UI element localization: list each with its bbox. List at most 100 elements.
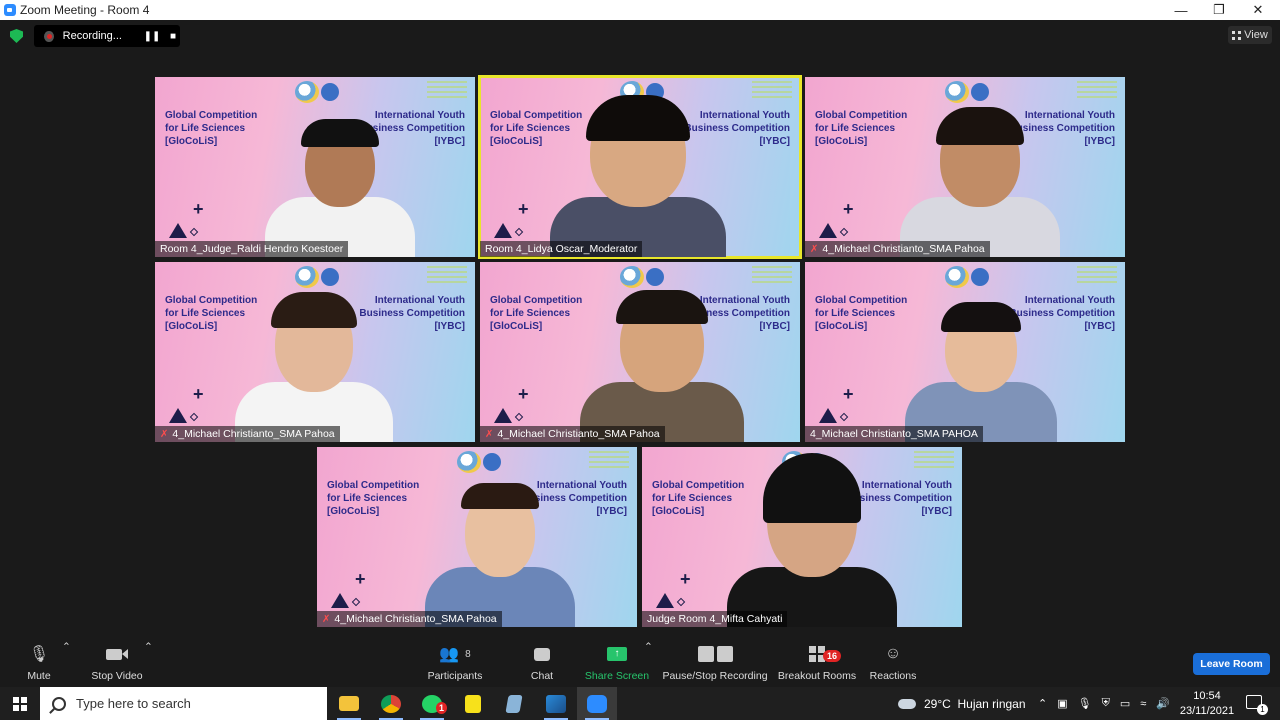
slide-decoration [1077,266,1117,284]
participant-video-tile[interactable]: Global Competition for Life Sciences [Gl… [155,262,475,442]
notifications-count: 1 [1257,704,1268,715]
zoom-window: Zoom Meeting - Room 4 — ❐ ✕ Recording...… [0,0,1280,720]
sticky-notes-icon[interactable] [453,687,493,720]
participant-video-tile[interactable]: Global Competition for Life Sciences [Gl… [805,262,1125,442]
show-hidden-icons-icon[interactable]: ⌃ [1038,697,1047,710]
participant-name: 4_Michael Christianto_SMA Pahoa [497,428,660,440]
participant-video-tile[interactable]: Global Competition for Life Sciences [Gl… [478,75,802,259]
mute-options-caret-icon[interactable]: ⌃ [62,641,71,687]
pause-icon[interactable]: ❚❚ [144,28,161,44]
slide-decoration [1077,81,1117,99]
leave-room-button[interactable]: Leave Room [1193,653,1270,675]
participant-name: 4_Michael Christianto_SMA Pahoa [822,243,985,255]
chrome-icon[interactable] [371,687,411,720]
participant-name: 4_Michael Christianto_SMA Pahoa [172,428,335,440]
zoom-icon[interactable] [577,687,617,720]
taskbar-clock[interactable]: 10:54 23/11/2021 [1172,689,1242,719]
photos-icon[interactable] [536,687,576,720]
record-dot-icon [44,30,54,42]
participants-button[interactable]: 👥 8 Participants [425,641,485,687]
taskbar-search-box[interactable]: Type here to search [40,687,327,720]
plus-decoration: + [680,569,691,589]
cloud-icon [898,698,916,709]
stop-icon[interactable]: ■ [166,28,180,44]
participants-label: Participants [427,670,483,682]
plus-decoration: + [843,199,854,219]
chat-icon [534,641,550,667]
plus-decoration: + [193,384,204,404]
close-icon[interactable]: ✕ [1238,0,1278,20]
participant-name: Room 4_Judge_Raldi Hendro Koestoer [160,243,344,255]
share-options-caret-icon[interactable]: ⌃ [644,641,653,687]
meet-now-icon[interactable]: ▣ [1057,697,1067,710]
diamond-decoration [514,227,524,237]
triangle-decoration [169,408,187,423]
share-screen-button[interactable]: ↑ Share Screen [585,641,649,687]
weather-text: 29°C Hujan ringan [924,696,1026,711]
pause-stop-recording-button[interactable]: Pause/Stop Recording [662,641,768,687]
participants-icon: 👥 8 [439,646,471,663]
title-bar: Zoom Meeting - Room 4 — ❐ ✕ [0,0,1280,20]
participant-name-label: ✗ 4_Michael Christianto_SMA Pahoa [317,611,502,627]
slide-left-title: Global Competition for Life Sciences [Gl… [815,295,908,332]
notifications-icon[interactable]: 1 [1246,695,1268,715]
reactions-button[interactable]: ☺ Reactions [870,641,917,687]
weather-widget[interactable]: 29°C Hujan ringan [898,687,1026,720]
diamond-decoration [514,412,524,422]
participant-video-tile[interactable]: Global Competition for Life Sciences [Gl… [805,77,1125,257]
search-placeholder: Type here to search [76,696,191,711]
muted-microphone-icon: ✗ [810,243,819,255]
windows-start-button[interactable] [0,687,40,720]
whatsapp-icon[interactable]: 1 [412,687,452,720]
stop-video-button[interactable]: Stop Video [90,641,144,687]
plus-decoration: + [193,199,204,219]
volume-icon[interactable]: 🔊 [1156,697,1170,710]
pause-stop-recording-label: Pause/Stop Recording [662,670,768,682]
file-explorer-icon[interactable] [329,687,369,720]
participant-name-label: Room 4_Lidya Oscar_Moderator [480,241,643,257]
slide-decoration [914,451,954,469]
plus-decoration: + [518,384,529,404]
whatsapp-badge: 1 [436,702,448,714]
participant-name-label: ✗ 4_Michael Christianto_SMA Pahoa [155,426,340,442]
participant-video [905,262,1057,442]
participant-video-tile[interactable]: Global Competition for Life Sciences [Gl… [480,262,800,442]
diamond-decoration [676,597,686,607]
mute-label: Mute [27,670,51,682]
diamond-decoration [189,227,199,237]
participant-name-label: Judge Room 4_Mifta Cahyati [642,611,788,627]
participant-video-tile[interactable]: Global Competition for Life Sciences [Gl… [642,447,962,627]
maximize-icon[interactable]: ❐ [1199,0,1239,20]
triangle-decoration [331,593,349,608]
recording-label: Recording... [62,30,122,42]
microphone-tray-icon[interactable]: 🎙 [1078,697,1092,710]
participant-video-tile[interactable]: Global Competition for Life Sciences [Gl… [155,77,475,257]
participant-name: Judge Room 4_Mifta Cahyati [647,613,783,625]
participant-video-tile[interactable]: Global Competition for Life Sciences [Gl… [317,447,637,627]
zoom-logo-icon [4,4,16,16]
app-icon[interactable] [494,687,534,720]
slide-left-title: Global Competition for Life Sciences [Gl… [327,480,420,517]
video-options-caret-icon[interactable]: ⌃ [144,641,153,687]
encryption-shield-icon[interactable] [10,29,23,43]
triangle-decoration [494,408,512,423]
chat-button[interactable]: Chat [527,641,557,687]
diamond-decoration [189,412,199,422]
wifi-icon[interactable]: ≈ [1140,698,1146,710]
slide-left-title: Global Competition for Life Sciences [Gl… [165,110,258,147]
plus-decoration: + [518,199,529,219]
breakout-rooms-button[interactable]: Breakout Rooms [778,641,856,687]
security-tray-icon[interactable]: ⛨ [1102,697,1110,710]
slide-decoration [427,266,467,284]
participant-video [900,77,1060,257]
plus-decoration: + [355,569,366,589]
participants-count: 8 [465,648,471,660]
battery-icon[interactable]: ▭ [1120,697,1130,710]
minimize-icon[interactable]: — [1161,0,1201,20]
participant-video [580,262,744,442]
view-button[interactable]: View [1228,26,1272,44]
system-tray: ⌃ ▣ 🎙 ⛨ ▭ ≈ 🔊 [1038,687,1170,720]
mute-button[interactable]: 🎙 Mute [22,641,56,687]
grid-icon [1232,30,1242,40]
video-camera-icon [106,641,128,667]
